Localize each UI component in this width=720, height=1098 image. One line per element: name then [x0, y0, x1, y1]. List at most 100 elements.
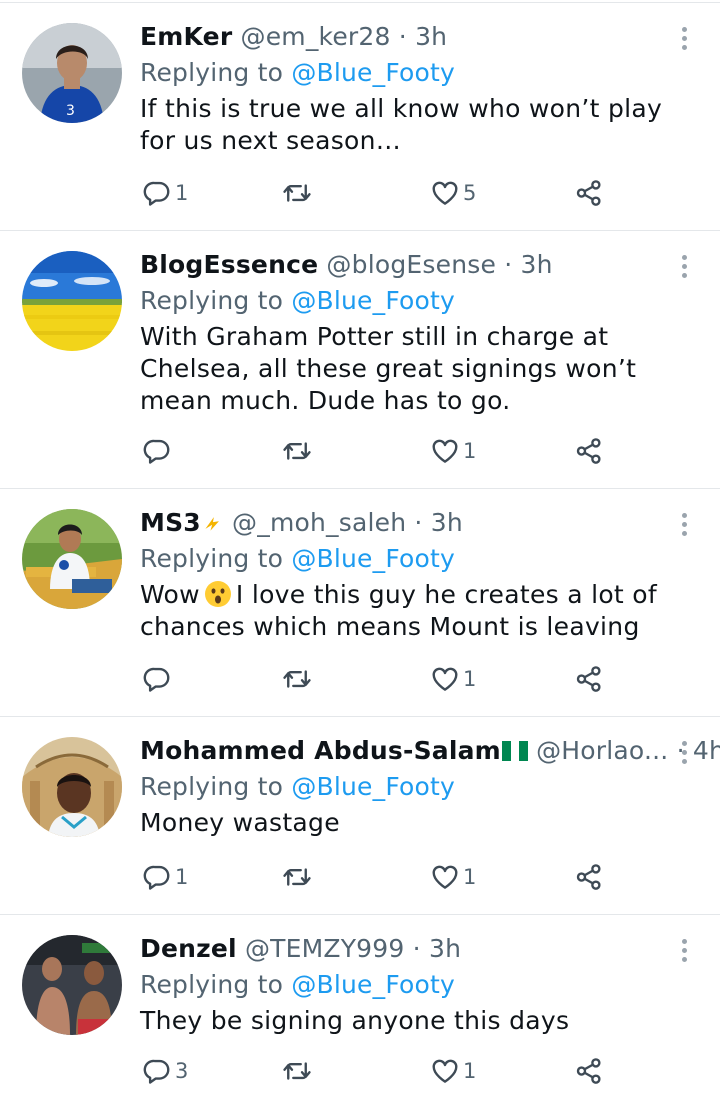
tweet-header: BlogEssence @blogEsense · 3h — [140, 249, 553, 281]
replying-to: Replying to @Blue_Footy — [140, 543, 455, 575]
reply-button[interactable]: 3 — [142, 1055, 188, 1087]
reply-icon — [142, 436, 172, 466]
replying-to-label: Replying to — [140, 970, 284, 999]
reply-count: 3 — [175, 1059, 189, 1083]
timestamp[interactable]: 3h — [429, 934, 461, 963]
user-handle[interactable]: @_moh_saleh — [232, 508, 406, 537]
svg-text:3: 3 — [66, 103, 75, 119]
reply-count: 1 — [175, 865, 189, 889]
retweet-button[interactable] — [282, 663, 315, 695]
like-button[interactable]: 1 — [430, 663, 476, 695]
heart-icon — [430, 436, 460, 466]
display-name[interactable]: BlogEssence — [140, 250, 318, 279]
avatar[interactable]: 3 — [22, 23, 122, 123]
tweet-text: They be signing anyone this days — [140, 1006, 570, 1035]
like-button[interactable]: 1 — [430, 861, 476, 893]
timestamp[interactable]: 4h — [693, 736, 720, 765]
reply-tweet[interactable]: BlogEssence @blogEsense · 3h Replying to… — [0, 231, 720, 489]
like-button[interactable]: 1 — [430, 435, 476, 467]
mention-link[interactable]: @Blue_Footy — [291, 544, 455, 573]
display-name[interactable]: Denzel — [140, 934, 237, 963]
separator-dot: · — [504, 250, 513, 279]
share-icon — [574, 664, 604, 694]
mention-link[interactable]: @Blue_Footy — [291, 286, 455, 315]
retweet-icon — [282, 178, 312, 208]
more-options-icon[interactable] — [678, 741, 690, 767]
more-options-icon[interactable] — [678, 27, 690, 53]
reply-button[interactable] — [142, 663, 175, 695]
more-options-icon[interactable] — [678, 939, 690, 965]
share-button[interactable] — [574, 1055, 604, 1087]
timestamp[interactable]: 3h — [415, 22, 447, 51]
like-button[interactable]: 1 — [430, 1055, 476, 1087]
separator-dot: · — [398, 22, 407, 51]
reply-button[interactable]: 1 — [142, 177, 188, 209]
tweet-text: Wow I love this guy he creates a lot of c… — [140, 579, 700, 643]
avatar[interactable] — [22, 509, 122, 609]
tweet-text: With Graham Potter still in charge at Ch… — [140, 322, 637, 415]
reply-tweet[interactable]: Mohammed Abdus-Salam @Horlao... · 4h Rep… — [0, 717, 720, 915]
timestamp[interactable]: 3h — [431, 508, 463, 537]
heart-icon — [430, 862, 460, 892]
retweet-button[interactable] — [282, 861, 315, 893]
retweet-icon — [282, 1056, 312, 1086]
lightning-emoji-icon — [205, 517, 219, 531]
tweet-header: Denzel @TEMZY999 · 3h — [140, 933, 461, 965]
mention-link[interactable]: @Blue_Footy — [291, 772, 455, 801]
astonished-face-emoji-icon — [204, 581, 231, 607]
user-handle[interactable]: @em_ker28 — [241, 22, 391, 51]
action-bar: 1 — [140, 663, 620, 695]
more-options-icon[interactable] — [678, 255, 690, 281]
avatar[interactable] — [22, 737, 122, 837]
retweet-icon — [282, 862, 312, 892]
user-handle[interactable]: @blogEsense — [326, 250, 496, 279]
reply-tweet[interactable]: 3 EmKer @em_ker28 · 3h Replying to @Blue… — [0, 2, 720, 231]
display-name[interactable]: EmKer — [140, 22, 232, 51]
replying-to-label: Replying to — [140, 286, 284, 315]
retweet-icon — [282, 664, 312, 694]
replying-to: Replying to @Blue_Footy — [140, 771, 455, 803]
timestamp[interactable]: 3h — [521, 250, 553, 279]
reply-icon — [142, 178, 172, 208]
reply-tweet[interactable]: Denzel @TEMZY999 · 3h Replying to @Blue_… — [0, 915, 720, 1098]
tweet-header: EmKer @em_ker28 · 3h — [140, 21, 447, 53]
like-count: 1 — [463, 439, 477, 463]
reply-tweet[interactable]: MS3 @_moh_saleh · 3h Replying to @Blue_F… — [0, 489, 720, 717]
like-count: 1 — [463, 667, 477, 691]
user-handle[interactable]: @Horlao... — [536, 736, 668, 765]
more-options-icon[interactable] — [678, 513, 690, 539]
avatar[interactable] — [22, 251, 122, 351]
replying-to: Replying to @Blue_Footy — [140, 969, 455, 1001]
like-count: 1 — [463, 865, 477, 889]
heart-icon — [430, 664, 460, 694]
display-name[interactable]: Mohammed Abdus-Salam — [140, 736, 501, 765]
share-button[interactable] — [574, 663, 604, 695]
tweet-text: Money wastage — [140, 808, 340, 837]
retweet-button[interactable] — [282, 177, 315, 209]
retweet-button[interactable] — [282, 435, 315, 467]
action-bar: 3 1 — [140, 1055, 620, 1087]
reply-icon — [142, 664, 172, 694]
replying-to: Replying to @Blue_Footy — [140, 57, 455, 89]
replying-to-label: Replying to — [140, 58, 284, 87]
tweet-header: Mohammed Abdus-Salam @Horlao... · 4h — [140, 735, 720, 767]
like-button[interactable]: 5 — [430, 177, 476, 209]
share-button[interactable] — [574, 435, 604, 467]
reply-button[interactable] — [142, 435, 175, 467]
tweet-text: If this is true we all know who won’t pl… — [140, 94, 663, 155]
retweet-button[interactable] — [282, 1055, 315, 1087]
like-count: 1 — [463, 1059, 477, 1083]
avatar[interactable] — [22, 935, 122, 1035]
share-button[interactable] — [574, 861, 604, 893]
reply-count: 1 — [175, 181, 189, 205]
tweet-header: MS3 @_moh_saleh · 3h — [140, 507, 463, 539]
mention-link[interactable]: @Blue_Footy — [291, 970, 455, 999]
mention-link[interactable]: @Blue_Footy — [291, 58, 455, 87]
share-icon — [574, 1056, 604, 1086]
reply-button[interactable]: 1 — [142, 861, 188, 893]
share-button[interactable] — [574, 177, 604, 209]
display-name[interactable]: MS3 — [140, 508, 201, 537]
user-handle[interactable]: @TEMZY999 — [245, 934, 405, 963]
heart-icon — [430, 178, 460, 208]
replying-to-label: Replying to — [140, 544, 284, 573]
